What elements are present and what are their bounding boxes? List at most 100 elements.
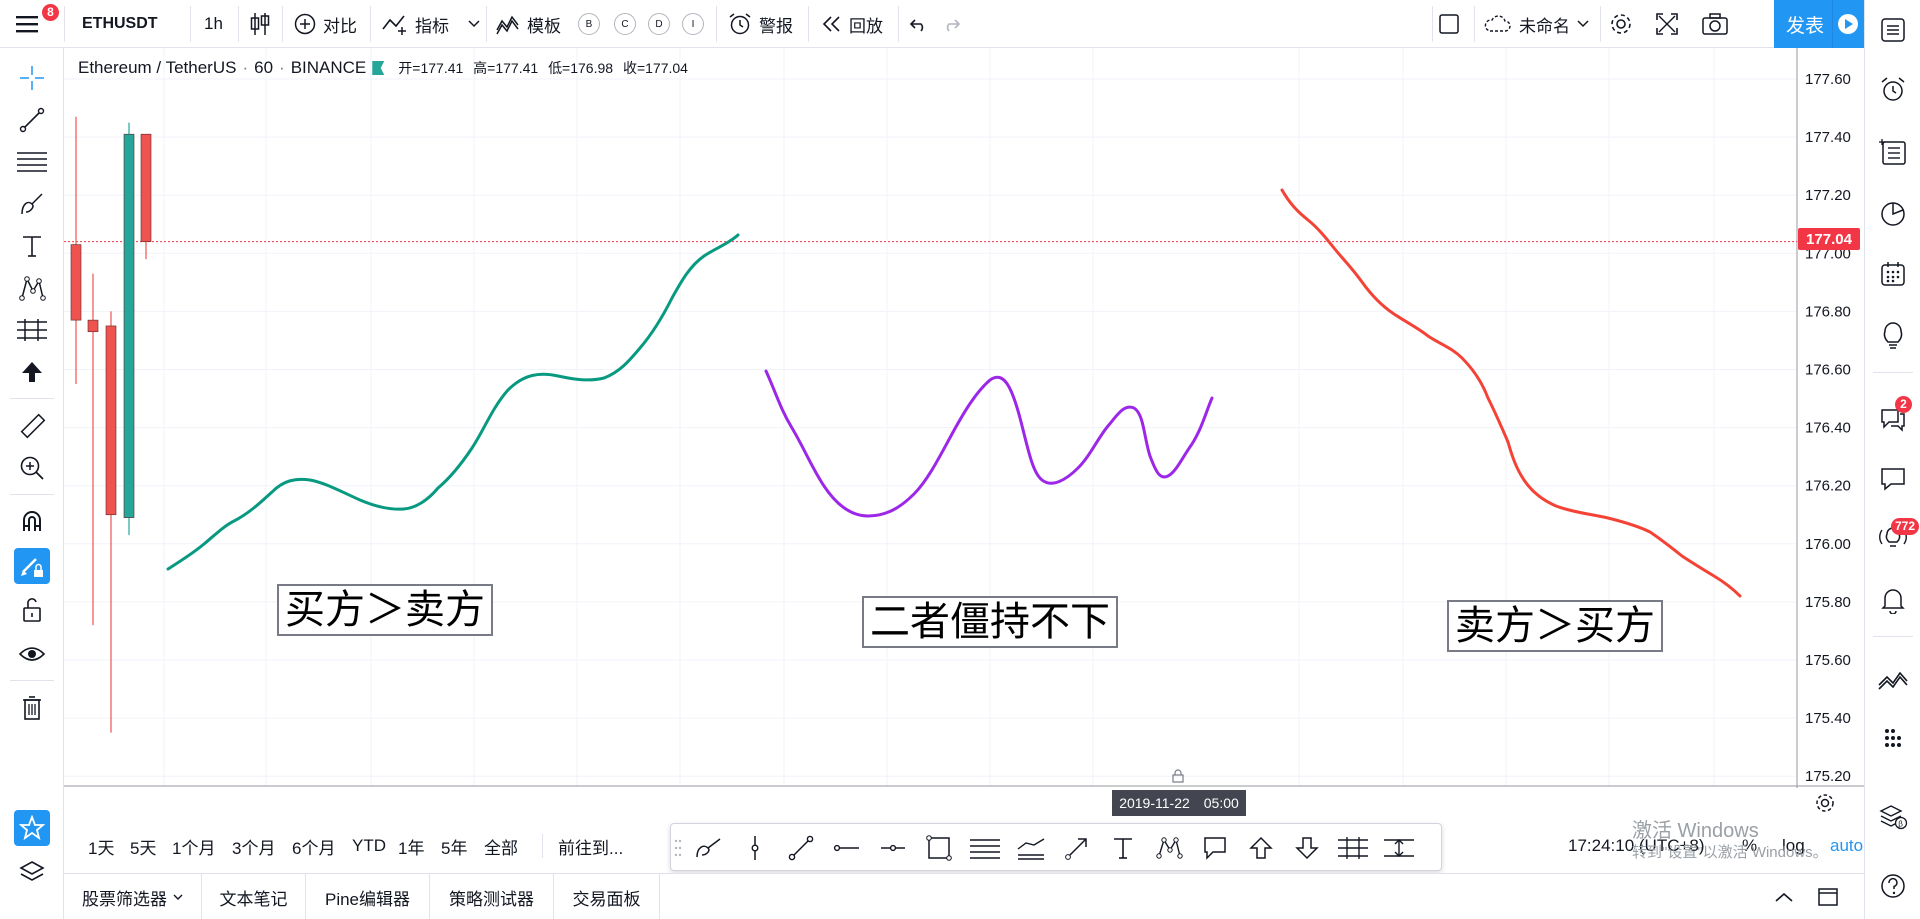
stalemate-annotation[interactable]: 二者僵持不下 [862, 596, 1118, 648]
layout-name-button[interactable]: 未命名 [1482, 0, 1589, 48]
redo-button[interactable] [942, 0, 962, 48]
draw-arrow-line[interactable] [1059, 830, 1095, 866]
private-chats-button[interactable] [1875, 460, 1911, 496]
auto-scale-toggle[interactable]: auto [1830, 826, 1863, 866]
indicators-button[interactable]: 指标 [382, 0, 449, 48]
data-window-button[interactable] [1875, 134, 1911, 170]
draw-date-range[interactable] [1335, 830, 1371, 866]
draw-horizontal-line[interactable] [875, 830, 911, 866]
depth-of-market-button[interactable] [1875, 720, 1911, 756]
range-all[interactable]: 全部 [484, 826, 518, 866]
sellers-annotation[interactable]: 卖方＞买方 [1447, 600, 1663, 652]
magnet-tool[interactable] [14, 504, 50, 540]
stay-in-drawing-mode-tool[interactable] [14, 548, 50, 584]
hide-drawings-tool[interactable] [14, 636, 50, 672]
time-axis-settings-button[interactable] [1814, 792, 1836, 819]
crosshair-tool[interactable] [14, 60, 50, 96]
fullscreen-button[interactable] [1656, 0, 1678, 48]
quick-button-i[interactable]: I [682, 0, 704, 48]
draw-price-range[interactable] [1381, 830, 1417, 866]
candles[interactable] [70, 116, 152, 733]
quick-button-d[interactable]: D [648, 0, 670, 48]
maximize-panel-button[interactable] [1808, 874, 1848, 919]
draw-pattern[interactable] [1151, 830, 1187, 866]
range-1m[interactable]: 1个月 [172, 826, 215, 866]
object-tree-tool[interactable] [14, 854, 50, 890]
tab-stock-screener[interactable]: 股票筛选器 [64, 874, 202, 919]
candle[interactable] [123, 122, 135, 536]
hotlists-button[interactable] [1875, 196, 1911, 232]
snapshot-button[interactable] [1702, 0, 1728, 48]
range-ytd[interactable]: YTD [352, 826, 386, 866]
range-6m[interactable]: 6个月 [292, 826, 335, 866]
range-3m[interactable]: 3个月 [232, 826, 275, 866]
tab-text-notes[interactable]: 文本笔记 [202, 874, 306, 919]
alert-button[interactable]: 警报 [728, 0, 793, 48]
range-1y[interactable]: 1年 [398, 826, 424, 866]
quick-button-c[interactable]: C [614, 0, 636, 48]
help-button[interactable] [1875, 868, 1911, 904]
candle[interactable] [105, 311, 117, 733]
draw-text[interactable] [1105, 830, 1141, 866]
candle[interactable] [140, 133, 152, 260]
alerts-panel-button[interactable] [1875, 72, 1911, 108]
compare-button[interactable]: 对比 [294, 0, 357, 48]
text-tool[interactable] [14, 228, 50, 264]
price-axis[interactable]: 177.60177.40177.20177.00176.80176.60176.… [1805, 71, 1851, 785]
menu-button[interactable] [16, 0, 38, 48]
draw-vertical-line[interactable] [737, 830, 773, 866]
trend-line-tool[interactable] [14, 102, 50, 138]
lock-drawings-tool[interactable] [14, 592, 50, 628]
publish-play-button[interactable] [1832, 0, 1862, 48]
draw-arrow-up[interactable] [1243, 830, 1279, 866]
range-5d[interactable]: 5天 [130, 826, 156, 866]
beta-features-button[interactable]: β [1875, 798, 1911, 834]
prediction-tool[interactable] [14, 312, 50, 348]
zoom-tool[interactable] [14, 450, 50, 486]
interval-button[interactable]: 1h [204, 0, 223, 48]
arrow-tool[interactable] [14, 354, 50, 390]
settings-button[interactable] [1608, 0, 1634, 48]
undo-button[interactable] [908, 0, 928, 48]
chart-type-button[interactable] [248, 0, 272, 48]
favorites-tool[interactable] [14, 810, 50, 846]
fib-tool[interactable] [14, 144, 50, 180]
chart-legend[interactable]: Ethereum / TetherUS · 60 · BINANCE 开=177… [78, 58, 694, 78]
collapse-panel-button[interactable] [1764, 874, 1804, 919]
quick-button-b[interactable]: B [578, 0, 600, 48]
buyers-annotation[interactable]: 买方＞卖方 [277, 584, 493, 636]
replay-button[interactable]: 回放 [822, 0, 883, 48]
brush-tool[interactable] [14, 186, 50, 222]
indicators-dropdown[interactable] [468, 0, 480, 48]
draw-horizontal-ray[interactable] [829, 830, 865, 866]
candle[interactable] [87, 273, 99, 626]
range-5y[interactable]: 5年 [441, 826, 467, 866]
draw-trend-line[interactable] [783, 830, 819, 866]
goto-date-button[interactable]: 前往到... [558, 826, 623, 866]
symbol-search[interactable]: ETHUSDT [82, 0, 158, 48]
measure-tool[interactable] [14, 408, 50, 444]
draw-brush[interactable] [691, 830, 727, 866]
notifications-button[interactable] [1875, 582, 1911, 618]
remove-drawings-tool[interactable] [14, 690, 50, 726]
draw-fib-channel[interactable] [1013, 830, 1049, 866]
tab-trading-panel[interactable]: 交易面板 [554, 874, 660, 919]
layout-select-button[interactable] [1438, 0, 1460, 48]
buyer-trend-drawing[interactable] [166, 233, 740, 571]
publish-button[interactable]: 发表 [1774, 0, 1864, 48]
candle[interactable] [70, 116, 82, 385]
stalemate-drawing[interactable] [764, 369, 1214, 518]
range-1d[interactable]: 1天 [88, 826, 114, 866]
draw-arrow-down[interactable] [1289, 830, 1325, 866]
ideas-stream-button[interactable] [1875, 318, 1911, 354]
tab-pine-editor[interactable]: Pine编辑器 [306, 874, 430, 919]
tab-strategy-tester[interactable]: 策略测试器 [430, 874, 554, 919]
draw-parallel-channel[interactable] [967, 830, 1003, 866]
draw-rectangle[interactable] [921, 830, 957, 866]
drag-handle[interactable] [671, 830, 685, 866]
draw-callout[interactable] [1197, 830, 1233, 866]
chart-pane[interactable]: 177.60177.40177.20177.00176.80176.60176.… [64, 48, 1864, 788]
watchlist-button[interactable] [1875, 12, 1911, 48]
seller-trend-drawing[interactable] [1280, 188, 1742, 598]
order-panel-button[interactable] [1875, 662, 1911, 698]
